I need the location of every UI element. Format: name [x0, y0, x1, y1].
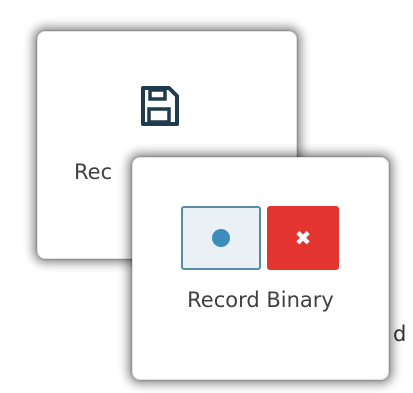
record-binary-card: ✖ Record Binary [132, 157, 389, 380]
save-icon [141, 86, 179, 126]
canvas: d Rec ✖ Record Binary [0, 0, 413, 393]
record-button[interactable] [181, 206, 261, 270]
background-text-fragment: d [393, 322, 407, 346]
close-icon: ✖ [294, 226, 312, 250]
cancel-button[interactable]: ✖ [267, 206, 339, 270]
record-binary-label: Record Binary [187, 288, 334, 312]
save-action-label: Rec [74, 160, 113, 184]
circle-dot-icon [212, 229, 230, 247]
